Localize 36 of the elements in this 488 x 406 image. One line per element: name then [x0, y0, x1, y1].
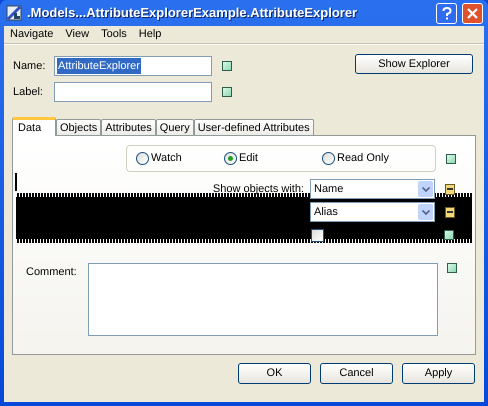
- help-button[interactable]: [436, 2, 457, 24]
- menu-item[interactable]: Navigate: [5, 26, 58, 43]
- tab[interactable]: Data: [12, 117, 56, 136]
- field-label: Show objects with:: [212, 182, 304, 197]
- tab[interactable]: Attributes: [101, 119, 156, 135]
- show-explorer-button[interactable]: Show Explorer: [355, 54, 473, 74]
- checkbox[interactable]: [311, 228, 324, 242]
- close-button[interactable]: [462, 2, 483, 24]
- dialog-button[interactable]: OK: [238, 363, 311, 384]
- app-icon: [6, 5, 22, 21]
- tab[interactable]: Query: [156, 119, 194, 135]
- radio-button[interactable]: [136, 152, 149, 165]
- field-label: Name:: [12, 58, 46, 74]
- tab[interactable]: Objects: [56, 119, 102, 135]
- dialog-button[interactable]: Cancel: [320, 363, 393, 384]
- question-mark-icon: [442, 6, 452, 20]
- name-field[interactable]: AttributeExplorer: [54, 56, 212, 76]
- field-label: Comment:: [25, 265, 78, 280]
- menu-item[interactable]: Tools: [96, 26, 132, 43]
- close-icon: [467, 8, 478, 18]
- dropdown[interactable]: Alias: [310, 202, 435, 222]
- comment-field[interactable]: [88, 263, 438, 336]
- menu-item[interactable]: View: [60, 26, 94, 43]
- radio-option[interactable]: Edit: [224, 150, 258, 167]
- dialog-button[interactable]: Apply: [402, 363, 475, 384]
- menu-item[interactable]: Help: [134, 26, 166, 43]
- cursor-mark: [15, 173, 17, 191]
- radio-option[interactable]: Read Only: [322, 150, 389, 167]
- tab[interactable]: User-defined Attributes: [194, 119, 314, 135]
- field-label: Label:: [12, 84, 44, 100]
- radio-option[interactable]: Watch: [136, 150, 182, 167]
- label-field[interactable]: [54, 82, 212, 102]
- window-title: .Models...AttributeExplorerExample.AttributeExplorer: [27, 4, 358, 22]
- radio-button[interactable]: [224, 152, 237, 165]
- dropdown[interactable]: Name: [310, 179, 435, 199]
- radio-button[interactable]: [322, 152, 335, 165]
